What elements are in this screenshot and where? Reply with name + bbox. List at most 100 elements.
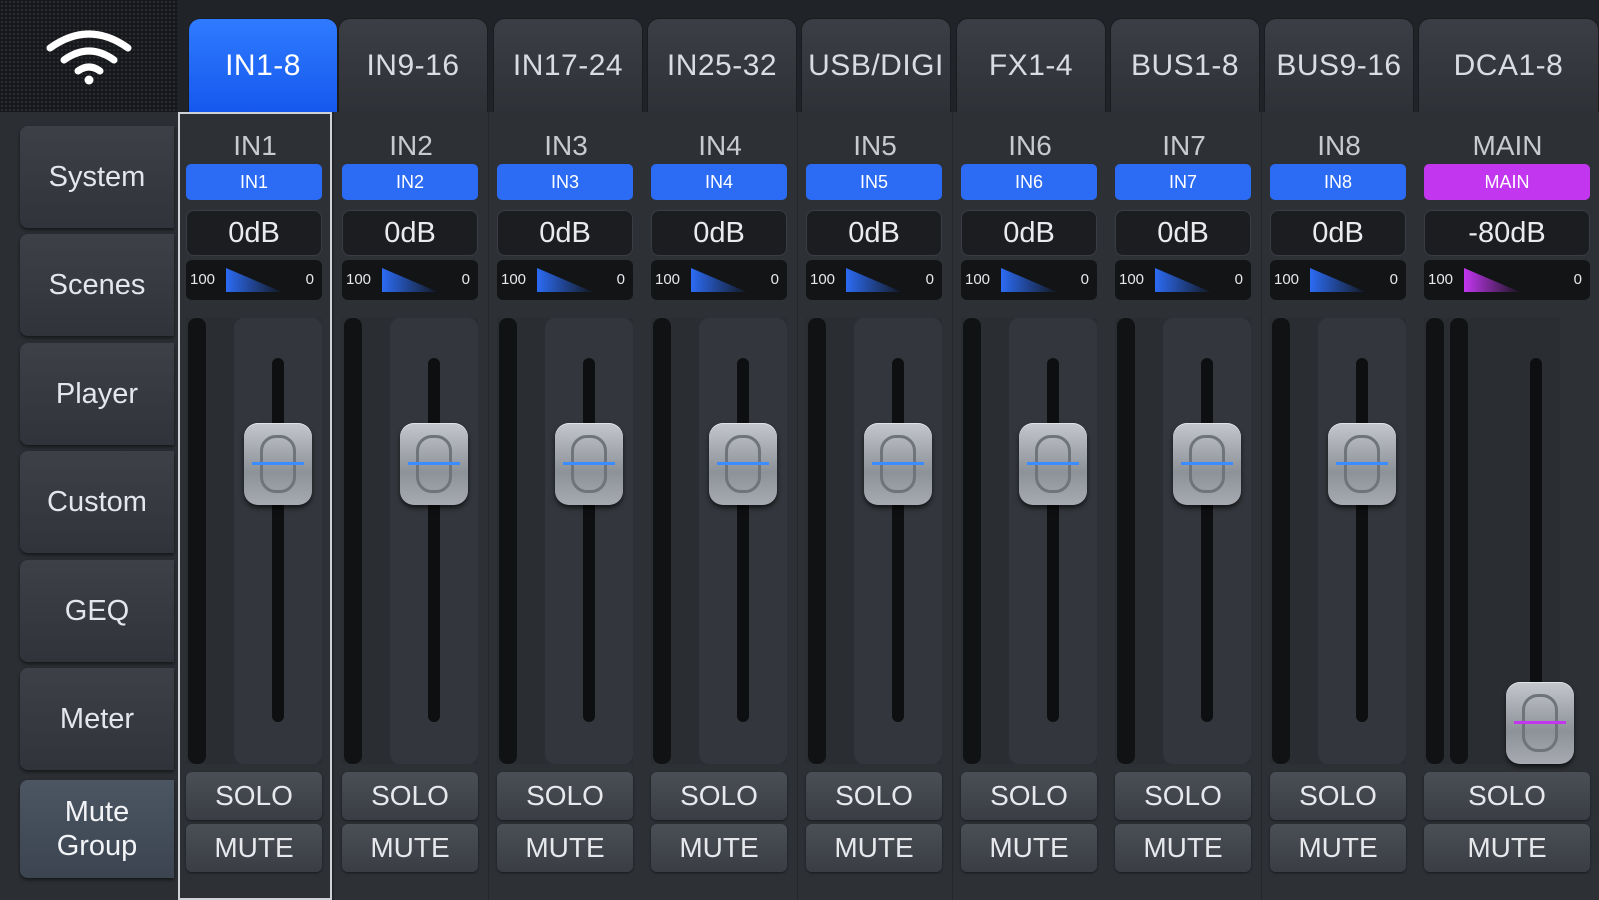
gain-readout[interactable]: 0dB bbox=[1270, 210, 1406, 256]
mute-button[interactable]: MUTE bbox=[186, 824, 322, 872]
fader-knob[interactable] bbox=[1328, 422, 1396, 505]
pan-indicator-icon bbox=[1310, 268, 1366, 292]
wifi-status bbox=[0, 0, 178, 112]
fader-knob[interactable] bbox=[244, 422, 312, 505]
tab-dca1-8[interactable]: DCA1-8 bbox=[1418, 18, 1599, 112]
pan-control[interactable]: 100 0 bbox=[1115, 260, 1251, 300]
fader-area bbox=[342, 318, 478, 764]
channel-tag[interactable]: IN6 bbox=[961, 164, 1097, 200]
tab-usb-digi[interactable]: USB/DIGI bbox=[801, 18, 951, 112]
pan-left-label: 100 bbox=[965, 271, 991, 288]
pan-control[interactable]: 100 0 bbox=[651, 260, 787, 300]
gain-readout[interactable]: -80dB bbox=[1424, 210, 1590, 256]
solo-button[interactable]: SOLO bbox=[342, 772, 478, 820]
channel-strip-main: MAIN MAIN -80dB 100 0 SOLO MUTE bbox=[1416, 112, 1599, 900]
channel-tag[interactable]: IN7 bbox=[1115, 164, 1251, 200]
fader-track[interactable] bbox=[1530, 358, 1542, 722]
solo-button[interactable]: SOLO bbox=[497, 772, 633, 820]
mute-button[interactable]: MUTE bbox=[651, 824, 787, 872]
fader-area bbox=[1115, 318, 1251, 764]
channel-tag[interactable]: IN3 bbox=[497, 164, 633, 200]
fader-knob[interactable] bbox=[555, 422, 623, 505]
mute-button[interactable]: MUTE bbox=[1115, 824, 1251, 872]
fader-track[interactable] bbox=[272, 358, 284, 722]
fader-track[interactable] bbox=[1356, 358, 1368, 722]
pan-left-label: 100 bbox=[1428, 271, 1454, 288]
fader-knob[interactable] bbox=[1173, 422, 1241, 505]
tab-bus9-16[interactable]: BUS9-16 bbox=[1264, 18, 1414, 112]
solo-button[interactable]: SOLO bbox=[806, 772, 942, 820]
sidebar-item-label: Player bbox=[55, 378, 139, 410]
channel-tag[interactable]: IN2 bbox=[342, 164, 478, 200]
pan-control[interactable]: 100 0 bbox=[1424, 260, 1590, 300]
channel-tag[interactable]: IN4 bbox=[651, 164, 787, 200]
tab-in9-16[interactable]: IN9-16 bbox=[338, 18, 488, 112]
fader-track[interactable] bbox=[1047, 358, 1059, 722]
knob-indicator bbox=[1181, 461, 1233, 465]
solo-button[interactable]: SOLO bbox=[1424, 772, 1590, 820]
sidebar-item-meter[interactable]: Meter bbox=[20, 668, 174, 770]
sidebar-item-custom[interactable]: Custom bbox=[20, 451, 174, 553]
pan-control[interactable]: 100 0 bbox=[961, 260, 1097, 300]
fader-track[interactable] bbox=[892, 358, 904, 722]
gain-readout[interactable]: 0dB bbox=[186, 210, 322, 256]
solo-button[interactable]: SOLO bbox=[1270, 772, 1406, 820]
knob-indicator bbox=[1336, 461, 1388, 465]
solo-button[interactable]: SOLO bbox=[186, 772, 322, 820]
channel-tag[interactable]: IN5 bbox=[806, 164, 942, 200]
fader-knob[interactable] bbox=[400, 422, 468, 505]
solo-button[interactable]: SOLO bbox=[961, 772, 1097, 820]
fader-track[interactable] bbox=[1201, 358, 1213, 722]
level-meter bbox=[1272, 318, 1290, 764]
pan-control[interactable]: 100 0 bbox=[1270, 260, 1406, 300]
fader-knob[interactable] bbox=[864, 422, 932, 505]
tab-in25-32[interactable]: IN25-32 bbox=[647, 18, 797, 112]
mute-button[interactable]: MUTE bbox=[1424, 824, 1590, 872]
fader-knob[interactable] bbox=[1506, 682, 1574, 764]
fader-knob[interactable] bbox=[1019, 422, 1087, 505]
tab-fx1-4[interactable]: FX1-4 bbox=[956, 18, 1106, 112]
gain-readout[interactable]: 0dB bbox=[1115, 210, 1251, 256]
mute-button[interactable]: MUTE bbox=[961, 824, 1097, 872]
pan-control[interactable]: 100 0 bbox=[497, 260, 633, 300]
mute-button[interactable]: MUTE bbox=[1270, 824, 1406, 872]
tab-in17-24[interactable]: IN17-24 bbox=[493, 18, 643, 112]
fader-knob[interactable] bbox=[709, 422, 777, 505]
gain-readout[interactable]: 0dB bbox=[651, 210, 787, 256]
sidebar-item-mute-group[interactable]: Mute Group bbox=[20, 780, 174, 878]
fader-track[interactable] bbox=[737, 358, 749, 722]
sidebar-item-scenes[interactable]: Scenes bbox=[20, 234, 174, 336]
fader-track[interactable] bbox=[583, 358, 595, 722]
channel-strip-in7: IN7 IN7 0dB 100 0 SOLO MUTE bbox=[1107, 112, 1261, 900]
channel-tag[interactable]: MAIN bbox=[1424, 164, 1590, 200]
sidebar-item-system[interactable]: System bbox=[20, 126, 174, 228]
channel-name: IN8 bbox=[1317, 130, 1361, 161]
pan-right-label: 0 bbox=[1080, 271, 1089, 288]
solo-button[interactable]: SOLO bbox=[651, 772, 787, 820]
pan-control[interactable]: 100 0 bbox=[342, 260, 478, 300]
sidebar-item-label: System bbox=[48, 161, 146, 193]
mute-button[interactable]: MUTE bbox=[806, 824, 942, 872]
mute-button[interactable]: MUTE bbox=[497, 824, 633, 872]
channel-tag[interactable]: IN8 bbox=[1270, 164, 1406, 200]
pan-control[interactable]: 100 0 bbox=[806, 260, 942, 300]
gain-readout[interactable]: 0dB bbox=[806, 210, 942, 256]
tab-in1-8[interactable]: IN1-8 bbox=[188, 18, 338, 112]
channel-name: IN1 bbox=[233, 130, 277, 161]
fader-track[interactable] bbox=[428, 358, 440, 722]
wifi-icon bbox=[46, 30, 132, 85]
channel-bank-tabs: IN1-8 IN9-16 IN17-24 IN25-32 USB/DIGI FX1-4 BU… bbox=[178, 0, 1599, 112]
pan-control[interactable]: 100 0 bbox=[186, 260, 322, 300]
gain-readout[interactable]: 0dB bbox=[342, 210, 478, 256]
channel-tag[interactable]: IN1 bbox=[186, 164, 322, 200]
gain-readout[interactable]: 0dB bbox=[961, 210, 1097, 256]
knob-indicator bbox=[717, 461, 769, 465]
tab-bus1-8[interactable]: BUS1-8 bbox=[1110, 18, 1260, 112]
gain-readout[interactable]: 0dB bbox=[497, 210, 633, 256]
mute-button[interactable]: MUTE bbox=[342, 824, 478, 872]
channel-strip-in2: IN2 IN2 0dB 100 0 SOLO MUTE bbox=[334, 112, 488, 900]
knob-indicator bbox=[408, 461, 460, 465]
sidebar-item-player[interactable]: Player bbox=[20, 343, 174, 445]
solo-button[interactable]: SOLO bbox=[1115, 772, 1251, 820]
sidebar-item-geq[interactable]: GEQ bbox=[20, 560, 174, 662]
